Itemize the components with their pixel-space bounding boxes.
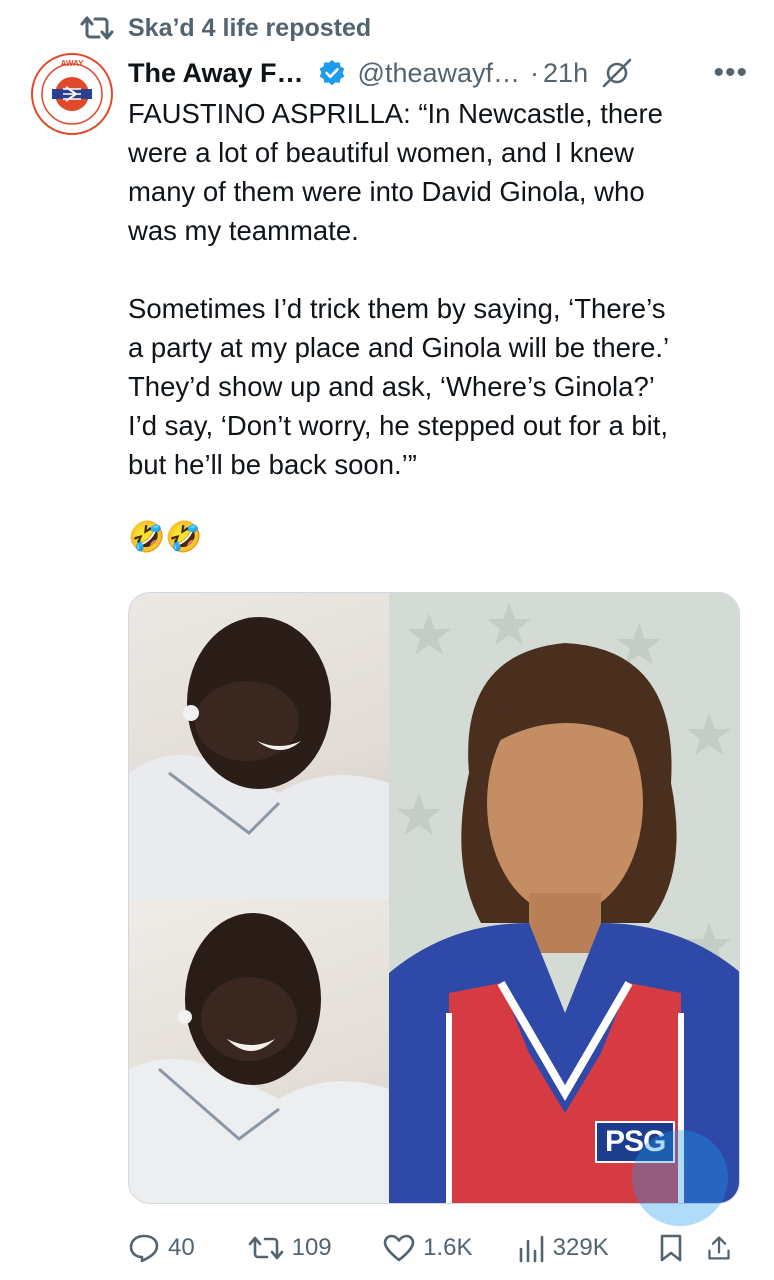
views-button[interactable]: 329K [517,1233,659,1263]
repost-indicator[interactable]: Ska’d 4 life reposted [80,10,371,46]
retweet-button[interactable]: 109 [248,1234,384,1262]
author-handle[interactable]: @theawayf… [358,58,520,89]
heart-icon [383,1234,415,1262]
author-name[interactable]: The Away F… [128,58,304,89]
repost-label: Ska’d 4 life reposted [128,13,372,42]
tweet-text: FAUSTINO ASPRILLA: “In Newcastle, there … [128,98,670,480]
photo-ginola[interactable]: PSG [389,593,739,1203]
repost-icon [80,14,114,42]
reply-button[interactable]: 40 [128,1233,248,1263]
photo-asprilla-top[interactable] [129,593,389,899]
share-button[interactable] [706,1233,740,1263]
grok-icon[interactable] [600,58,634,88]
retweet-icon [248,1236,283,1260]
reply-icon [129,1234,159,1263]
retweet-count: 109 [291,1234,332,1261]
tweet-content: The Away F… @theawayf… · 21h ••• FAUSTIN… [128,54,748,557]
tweet-emoji: 🤣🤣 [128,521,203,554]
like-button[interactable]: 1.6K [383,1234,517,1262]
views-icon [519,1235,543,1263]
tweet-action-bar: 40 109 1.6K 329K [128,1226,740,1270]
more-icon[interactable]: ••• [713,56,748,90]
tweet-header: The Away F… @theawayf… · 21h ••• [128,54,748,92]
grok-floating-button[interactable] [632,1130,728,1226]
media-grid[interactable]: PSG [128,592,740,1204]
view-count: 329K [552,1234,609,1261]
timestamp[interactable]: 21h [543,58,588,89]
bookmark-icon [660,1234,682,1262]
away-fans-logo: AWAY [31,53,113,135]
bookmark-button[interactable] [658,1233,706,1263]
like-count: 1.6K [423,1234,473,1261]
share-icon [708,1236,730,1260]
reply-count: 40 [168,1234,195,1261]
separator-dot: · [530,57,540,88]
verified-badge-icon[interactable] [318,59,346,87]
svg-text:AWAY: AWAY [61,59,84,68]
avatar[interactable]: AWAY [30,52,114,136]
photo-asprilla-bottom[interactable] [129,899,389,1203]
